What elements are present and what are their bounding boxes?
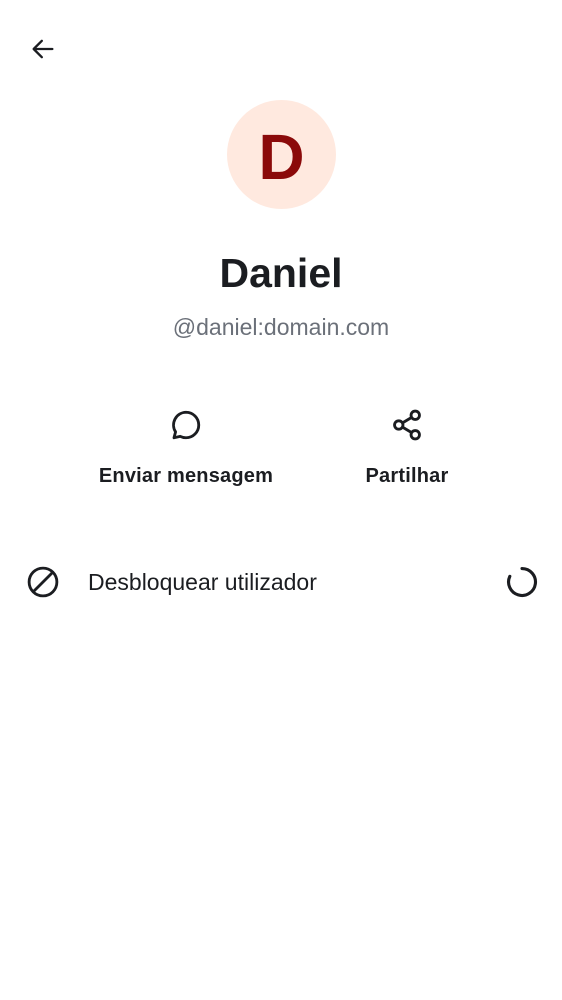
share-icon [382, 400, 432, 450]
avatar-initial: D [258, 120, 305, 193]
back-button[interactable] [18, 26, 68, 76]
unblock-user-label: Desbloquear utilizador [88, 569, 317, 595]
block-icon [25, 564, 61, 600]
share-label: Partilhar [365, 465, 449, 487]
loading-spinner-icon [503, 563, 541, 601]
chat-bubble-icon [161, 400, 211, 450]
send-message-button[interactable]: Enviar mensagem [76, 400, 296, 488]
avatar: D [227, 100, 336, 209]
user-id: @daniel:domain.com [172, 314, 390, 340]
share-button[interactable]: Partilhar [337, 400, 477, 488]
display-name: Daniel [219, 250, 343, 296]
unblock-user-row[interactable]: Desbloquear utilizador [0, 552, 562, 612]
send-message-label: Enviar mensagem [98, 465, 274, 487]
arrow-left-icon [29, 35, 57, 68]
